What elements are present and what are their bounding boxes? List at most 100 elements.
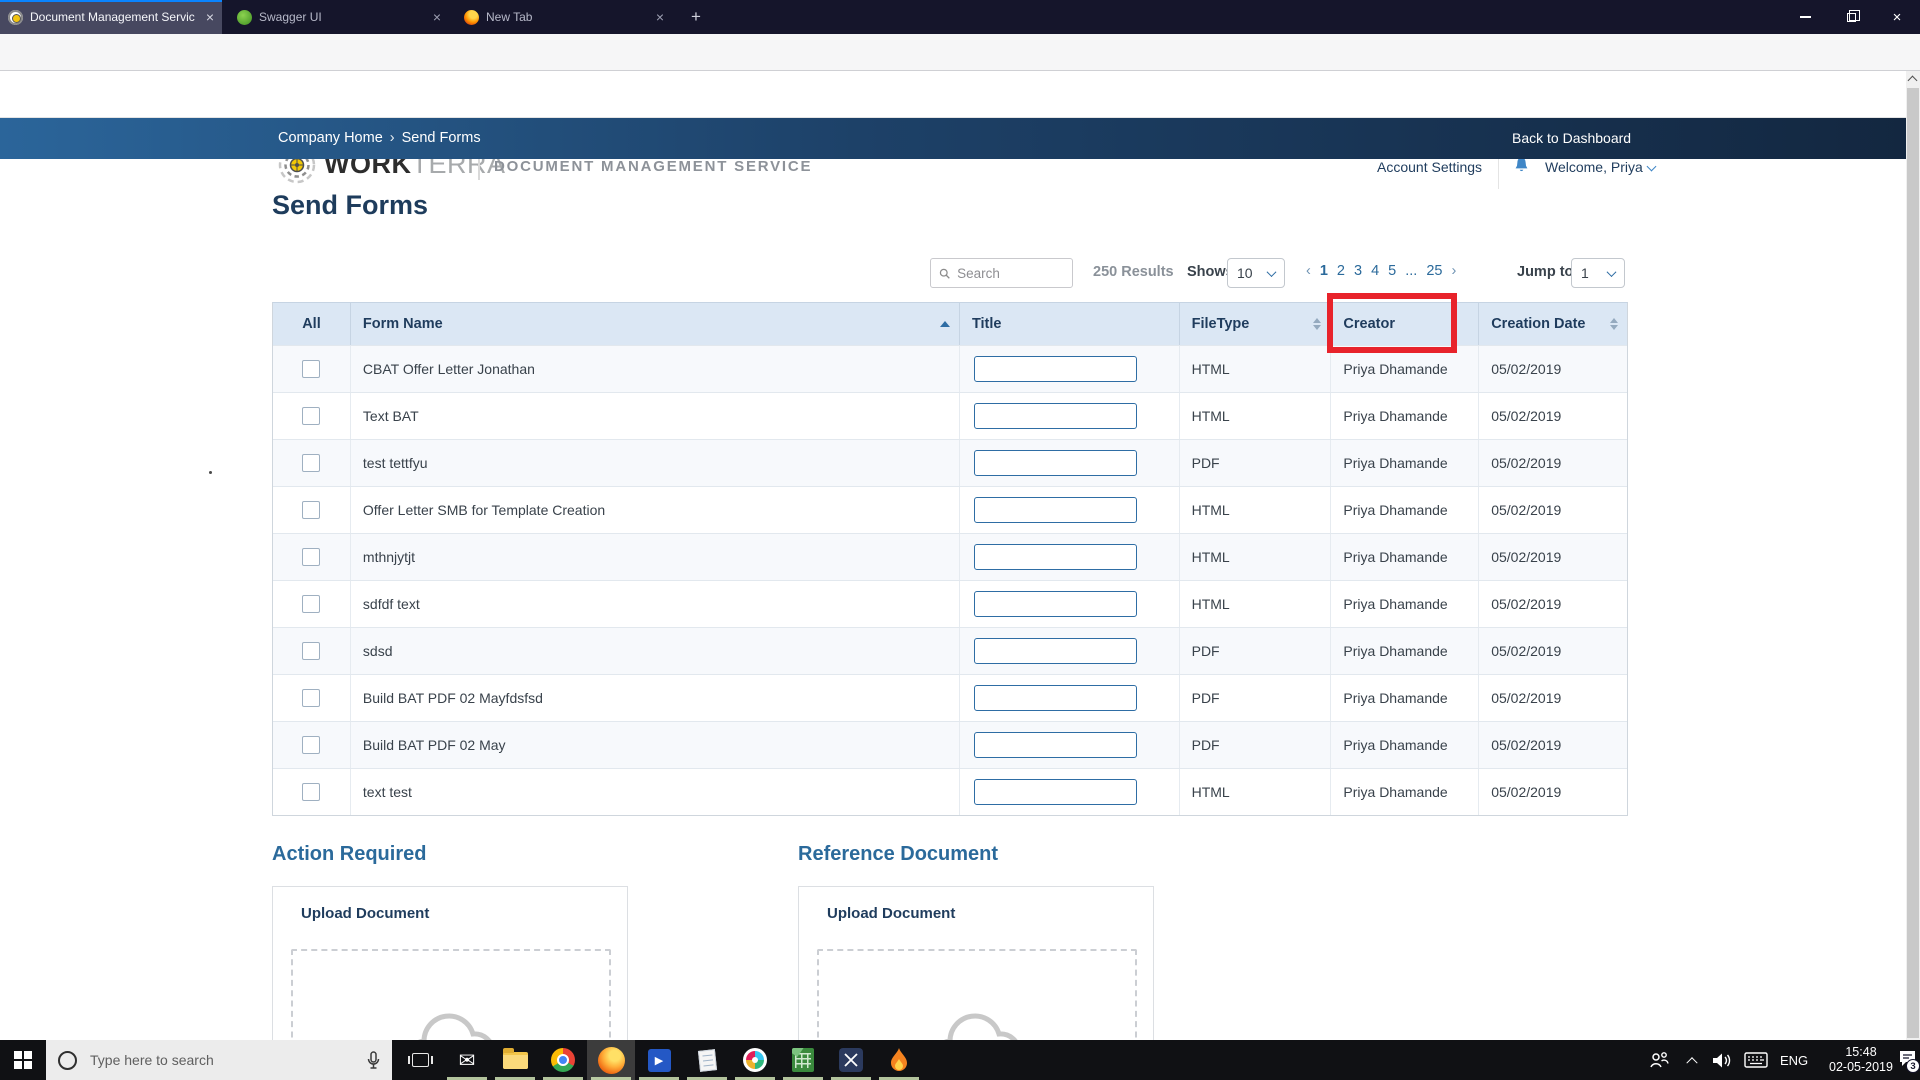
speaker-icon[interactable] bbox=[1712, 1040, 1732, 1080]
table-search-box[interactable] bbox=[930, 258, 1073, 288]
creator-cell: Priya Dhamande bbox=[1331, 722, 1480, 768]
slack-icon[interactable] bbox=[731, 1040, 779, 1080]
task-view-button[interactable] bbox=[398, 1040, 442, 1080]
page-scrollbar[interactable] bbox=[1906, 71, 1920, 1040]
page-number-1[interactable]: 1 bbox=[1320, 263, 1328, 279]
firefox-favicon-icon bbox=[464, 9, 479, 25]
window-restore-button[interactable] bbox=[1828, 0, 1874, 34]
scrollbar-thumb[interactable] bbox=[1907, 88, 1919, 1038]
chrome-icon[interactable] bbox=[539, 1040, 587, 1080]
filetype-cell: PDF bbox=[1180, 628, 1332, 674]
taskbar-clock[interactable]: 15:48 02-05-2019 bbox=[1818, 1045, 1904, 1075]
title-input[interactable] bbox=[973, 732, 1137, 758]
results-count: 250 Results bbox=[1093, 264, 1174, 280]
firefox-icon[interactable] bbox=[587, 1040, 635, 1080]
people-icon[interactable] bbox=[1648, 1040, 1670, 1080]
page-number-2[interactable]: 2 bbox=[1337, 263, 1345, 279]
page-prev-button[interactable]: ‹ bbox=[1306, 263, 1311, 279]
row-checkbox[interactable] bbox=[302, 407, 321, 425]
page-number-3[interactable]: 3 bbox=[1354, 263, 1362, 279]
row-checkbox[interactable] bbox=[302, 783, 321, 801]
table-row: Build BAT PDF 02 Mayfdsfsd PDF Priya Dha… bbox=[273, 674, 1627, 721]
breadcrumb-home-link[interactable]: Company Home bbox=[278, 130, 383, 146]
creation-date-cell: 05/02/2019 bbox=[1491, 408, 1562, 424]
tab-title: Swagger UI bbox=[259, 10, 322, 24]
breadcrumb-separator: › bbox=[389, 130, 395, 146]
language-indicator[interactable]: ENG bbox=[1780, 1040, 1808, 1080]
tab-close-icon[interactable]: × bbox=[656, 10, 664, 24]
window-minimize-button[interactable] bbox=[1782, 0, 1828, 34]
title-input[interactable] bbox=[973, 638, 1137, 664]
tray-chevron-up-icon[interactable] bbox=[1686, 1040, 1698, 1080]
spreadsheet-app-icon[interactable] bbox=[779, 1040, 827, 1080]
title-input[interactable] bbox=[973, 403, 1137, 429]
title-input[interactable] bbox=[973, 544, 1137, 570]
movies-tv-icon[interactable]: ▶ bbox=[635, 1040, 683, 1080]
chevron-down-icon bbox=[1266, 266, 1277, 277]
tab-new-tab[interactable]: New Tab × bbox=[456, 0, 672, 34]
row-checkbox[interactable] bbox=[302, 548, 321, 566]
upload-document-label: Upload Document bbox=[301, 905, 430, 922]
tab-swagger[interactable]: Swagger UI × bbox=[229, 0, 449, 34]
tab-document-management[interactable]: Document Management Servic × bbox=[0, 0, 222, 34]
notepad-icon[interactable] bbox=[683, 1040, 731, 1080]
tab-title: Document Management Servic bbox=[30, 10, 195, 24]
welcome-user-menu[interactable]: Welcome, Priya bbox=[1545, 159, 1643, 175]
creator-cell: Priya Dhamande bbox=[1331, 628, 1480, 674]
account-settings-link[interactable]: Account Settings bbox=[1377, 159, 1482, 175]
dev-tool-icon[interactable] bbox=[827, 1040, 875, 1080]
file-explorer-icon[interactable] bbox=[491, 1040, 539, 1080]
row-checkbox[interactable] bbox=[302, 736, 321, 754]
form-name-cell: Build BAT PDF 02 May bbox=[351, 722, 960, 768]
page-next-button[interactable]: › bbox=[1451, 263, 1456, 279]
tab-close-icon[interactable]: × bbox=[206, 10, 214, 24]
form-name-cell: mthnjytjt bbox=[351, 534, 960, 580]
form-name-cell: test tettfyu bbox=[351, 440, 960, 486]
row-checkbox[interactable] bbox=[302, 501, 321, 519]
page-number-5[interactable]: 5 bbox=[1388, 263, 1396, 279]
swagger-favicon-icon bbox=[237, 9, 252, 25]
action-center-icon[interactable]: 3 bbox=[1898, 1049, 1920, 1073]
mail-icon[interactable]: ✉ bbox=[443, 1040, 491, 1080]
search-icon bbox=[939, 268, 950, 279]
title-input[interactable] bbox=[973, 779, 1137, 805]
microphone-icon[interactable] bbox=[367, 1050, 380, 1070]
scroll-up-arrow-icon[interactable] bbox=[1907, 75, 1918, 86]
creation-date-cell: 05/02/2019 bbox=[1491, 361, 1562, 377]
title-input[interactable] bbox=[973, 591, 1137, 617]
jump-to-select[interactable]: 1 bbox=[1571, 258, 1625, 288]
page-number-25[interactable]: 25 bbox=[1426, 263, 1442, 279]
column-header-title[interactable]: Title bbox=[960, 303, 1180, 345]
new-tab-button[interactable]: + bbox=[684, 6, 708, 28]
table-row: sdfdf text HTML Priya Dhamande 05/02/201… bbox=[273, 580, 1627, 627]
table-search-input[interactable] bbox=[957, 265, 1064, 281]
title-input[interactable] bbox=[973, 497, 1137, 523]
title-input[interactable] bbox=[973, 450, 1137, 476]
chevron-down-icon[interactable] bbox=[1646, 161, 1657, 172]
column-header-all[interactable]: All bbox=[273, 303, 351, 345]
table-row: Build BAT PDF 02 May PDF Priya Dhamande … bbox=[273, 721, 1627, 768]
column-header-form-name[interactable]: Form Name bbox=[351, 303, 960, 345]
page-number-4[interactable]: 4 bbox=[1371, 263, 1379, 279]
row-checkbox[interactable] bbox=[302, 360, 321, 378]
row-checkbox[interactable] bbox=[302, 689, 321, 707]
start-button[interactable] bbox=[0, 1040, 46, 1080]
taskbar: Type here to search ✉ ▶ ENG 15:48 02-05-… bbox=[0, 1040, 1920, 1080]
tab-close-icon[interactable]: × bbox=[433, 10, 441, 24]
filetype-cell: HTML bbox=[1180, 581, 1332, 627]
keyboard-icon[interactable] bbox=[1744, 1040, 1768, 1080]
row-checkbox[interactable] bbox=[302, 642, 321, 660]
column-header-creation-date[interactable]: Creation Date bbox=[1479, 303, 1627, 345]
title-input[interactable] bbox=[973, 685, 1137, 711]
back-to-dashboard-link[interactable]: Back to Dashboard bbox=[1512, 130, 1631, 146]
title-input[interactable] bbox=[973, 356, 1137, 382]
taskbar-search-box[interactable]: Type here to search bbox=[46, 1040, 392, 1080]
stray-dot bbox=[209, 471, 212, 474]
sort-ascending-icon bbox=[939, 321, 950, 327]
window-close-button[interactable]: × bbox=[1874, 0, 1920, 34]
row-checkbox[interactable] bbox=[302, 454, 321, 472]
flame-app-icon[interactable] bbox=[875, 1040, 923, 1080]
shows-select[interactable]: 10 bbox=[1227, 258, 1285, 288]
column-header-filetype[interactable]: FileType bbox=[1180, 303, 1332, 345]
row-checkbox[interactable] bbox=[302, 595, 321, 613]
